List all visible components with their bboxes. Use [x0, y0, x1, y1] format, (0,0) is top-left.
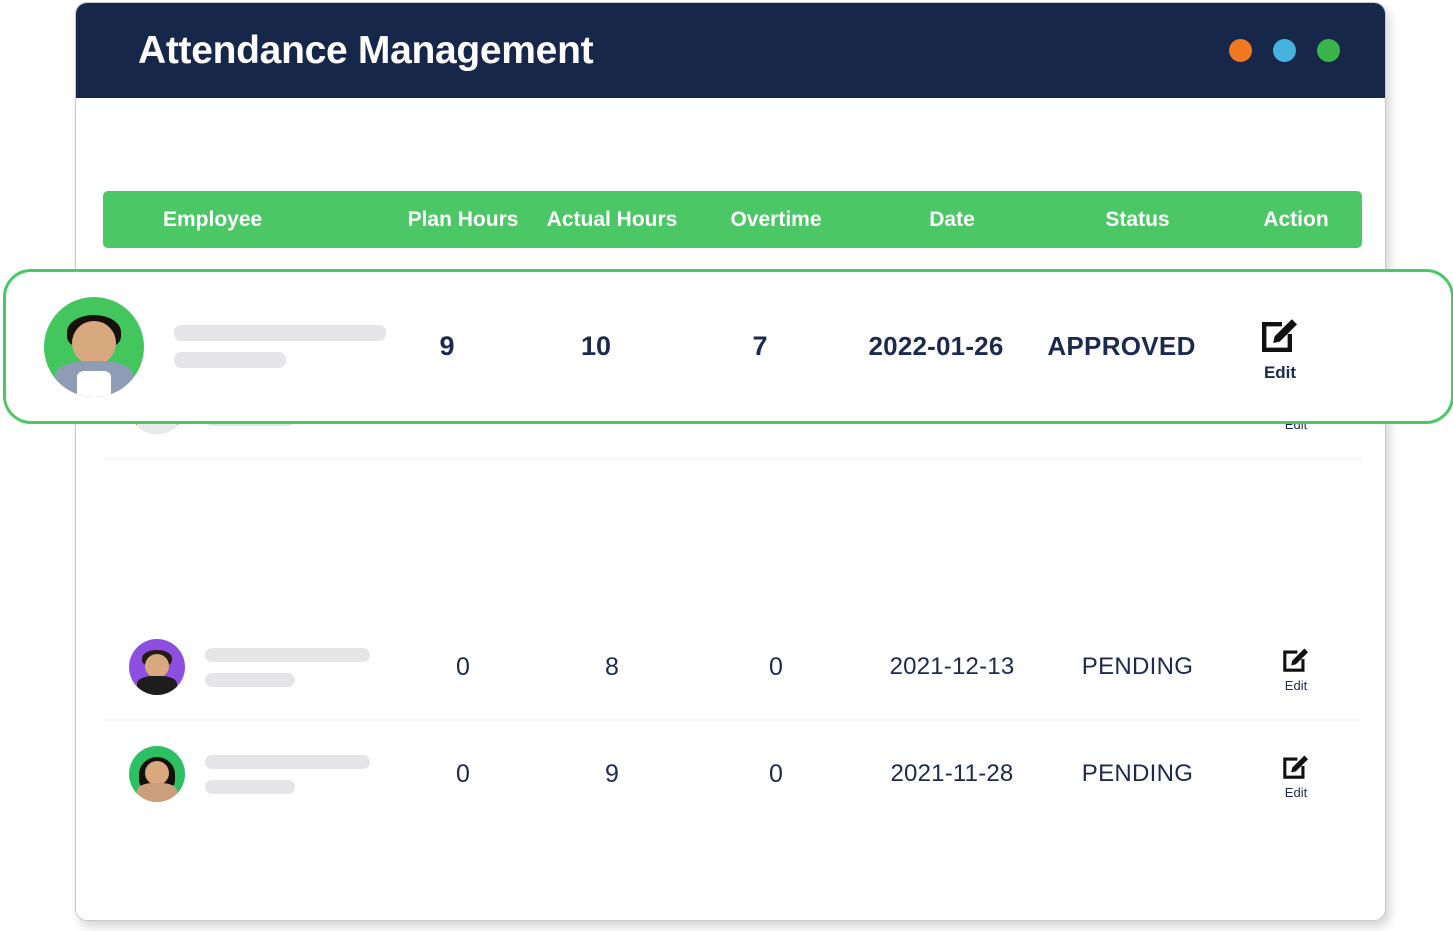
column-header-employee: Employee [103, 208, 395, 232]
table-row-selected[interactable]: 9 10 7 2022-01-26 APPROVED Edit [3, 269, 1453, 424]
cell-actual-hours: 8 [531, 653, 693, 682]
column-header-action: Action [1230, 208, 1362, 232]
cell-plan-hours: 9 [379, 331, 515, 362]
cell-date: 2021-11-28 [859, 760, 1045, 788]
employee-name-placeholder [205, 648, 370, 687]
cell-actual-hours: 9 [531, 760, 693, 789]
edit-icon [1279, 642, 1313, 676]
name-bar-primary [174, 325, 386, 341]
edit-button[interactable]: Edit [1214, 310, 1346, 383]
cell-overtime: 7 [677, 331, 843, 362]
column-header-status: Status [1045, 208, 1230, 232]
edit-label: Edit [1285, 785, 1307, 800]
column-header-overtime: Overtime [693, 208, 859, 232]
edit-label: Edit [1285, 678, 1307, 693]
cell-overtime: 0 [693, 653, 859, 682]
avatar [129, 746, 185, 802]
name-bar-secondary [205, 780, 295, 794]
column-header-actual-hours: Actual Hours [531, 208, 693, 232]
employee-cell [14, 297, 379, 397]
employee-cell [103, 639, 395, 695]
edit-icon [1256, 310, 1304, 358]
page-title: Attendance Management [138, 29, 593, 73]
name-bar-primary [205, 755, 370, 769]
table-header-row: Employee Plan Hours Actual Hours Overtim… [103, 191, 1362, 248]
cell-plan-hours: 0 [395, 653, 531, 682]
name-bar-primary [205, 648, 370, 662]
edit-label: Edit [1264, 363, 1296, 383]
window-title-bar: Attendance Management [76, 3, 1385, 98]
dot-blue-icon[interactable] [1273, 39, 1296, 62]
window-controls [1229, 39, 1340, 62]
cell-actual-hours: 10 [515, 331, 677, 362]
employee-name-placeholder [205, 755, 370, 794]
status-badge: PENDING [1045, 760, 1230, 788]
employee-cell [103, 746, 395, 802]
status-badge: PENDING [1045, 653, 1230, 681]
dot-orange-icon[interactable] [1229, 39, 1252, 62]
name-bar-secondary [205, 673, 295, 687]
edit-button[interactable]: Edit [1230, 749, 1362, 800]
dot-green-icon[interactable] [1317, 39, 1340, 62]
app-window: Attendance Management Employee Plan Hour… [75, 2, 1386, 921]
cell-date: 2021-12-13 [859, 653, 1045, 681]
edit-icon [1279, 749, 1313, 783]
avatar [44, 297, 144, 397]
name-bar-secondary [174, 352, 286, 368]
column-header-plan-hours: Plan Hours [395, 208, 531, 232]
status-badge: APPROVED [1029, 331, 1214, 362]
cell-plan-hours: 0 [395, 760, 531, 789]
cell-date: 2022-01-26 [843, 331, 1029, 362]
table-row[interactable]: 0 9 0 2021-11-28 PENDING Edit [103, 721, 1362, 827]
employee-name-placeholder [174, 325, 386, 368]
cell-overtime: 0 [693, 760, 859, 789]
edit-button[interactable]: Edit [1230, 642, 1362, 693]
table-row[interactable]: 0 8 0 2021-12-13 PENDING Edit [103, 615, 1362, 721]
avatar [129, 639, 185, 695]
column-header-date: Date [859, 208, 1045, 232]
